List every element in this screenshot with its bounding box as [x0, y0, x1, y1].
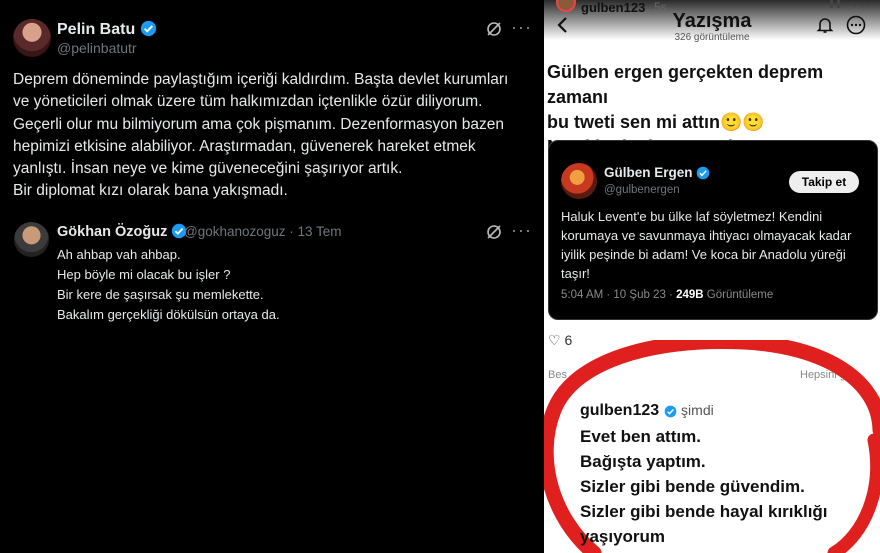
reply-line: Bağışta yaptım.	[580, 452, 706, 471]
avatar[interactable]	[13, 19, 51, 57]
author-name[interactable]: Pelin Batu	[57, 20, 157, 39]
avatar[interactable]	[561, 163, 597, 199]
reply-line: Sizler gibi bende güvendim.	[580, 477, 805, 496]
grok-icon[interactable]	[486, 21, 502, 37]
tweet-gokhan-ozoguz[interactable]: Gökhan Özoğuz @gokhanozoguz · 13 Tem ···…	[0, 214, 540, 553]
tweet-line: Hep böyle mi olacak bu işler ?	[57, 267, 231, 282]
tweet-pelin-batu[interactable]: Pelin Batu @pelinbatutr ··· Deprem dönem…	[0, 0, 540, 208]
reply-line: Evet ben attım.	[580, 427, 701, 446]
verified-badge-icon	[696, 166, 710, 180]
tweet-line: Bakalım gerçekliği dökülsün ortaya da.	[57, 307, 280, 322]
tweet-line: Deprem döneminde paylaştığım içeriği kal…	[13, 71, 509, 88]
question-line: Gülben ergen gerçekten deprem zamanı	[547, 62, 824, 107]
reply-text: Evet ben attım. Bağışta yaptım. Sizler g…	[580, 424, 828, 549]
author-handle[interactable]: @gulbenergen	[604, 184, 680, 196]
more-options-icon[interactable]: ···	[511, 221, 532, 239]
story-reply: gulben123 şimdi Evet ben attım. Bağışta …	[580, 402, 828, 549]
tweet-line: Geçerli olur mu bilmiyorum ama çok pişma…	[13, 115, 505, 133]
tweet-line: Bir kere de şaşırsak şu memlekette.	[57, 287, 264, 302]
tweet-line: ve yöneticileri olmak üzere tüm halkımız…	[13, 93, 483, 111]
bell-icon[interactable]	[816, 16, 834, 34]
author-name[interactable]: Gökhan Özoğuz	[57, 223, 187, 240]
reply-line: Sizler gibi bende hayal kırıklığı	[580, 502, 828, 521]
tweet-line: Bir diplomat kızı olarak bana yakışmadı.	[13, 182, 288, 200]
follow-button[interactable]: Takip et	[789, 171, 859, 193]
quoted-tweet-text: Haluk Levent'e bu ülke laf söyletmez! Ke…	[561, 209, 852, 281]
screenshot-collage: Pelin Batu @pelinbatutr ··· Deprem dönem…	[0, 0, 880, 553]
pause-icon[interactable]	[830, 0, 840, 8]
verified-badge-icon	[140, 20, 156, 37]
author-name[interactable]: Gülben Ergen	[604, 165, 710, 180]
tweet-line: hepimizi etkisine alabiliyor. Araştırmad…	[13, 137, 476, 155]
author-handle[interactable]: @pelinbatutr	[57, 40, 137, 56]
tweet-text: Ah ahbap vah ahbap. Hep böyle mi olacak …	[57, 245, 280, 325]
reply-username[interactable]: gulben123	[580, 402, 659, 419]
grok-icon[interactable]	[486, 224, 502, 240]
quoted-tweet-meta: 5:04 AM · 10 Şub 23 · 249B Görüntüleme	[561, 289, 774, 301]
tweet-line: yanlıştı. İnsan neye ve kime güveneceğin…	[13, 160, 403, 178]
more-options-icon[interactable]: ···	[511, 18, 532, 36]
question-line: bu tweti sen mi attın🙂🙂	[547, 112, 765, 132]
more-circle-icon[interactable]	[846, 15, 866, 35]
tweet-line: Ah ahbap vah ahbap.	[57, 247, 181, 262]
story-more-icon[interactable]: ···	[852, 0, 873, 14]
reply-line: yaşıyorum	[580, 527, 666, 546]
avatar[interactable]	[14, 222, 49, 257]
verified-badge-icon	[664, 405, 676, 418]
reply-time: şimdi	[681, 402, 714, 418]
view-count: 249B	[676, 289, 704, 301]
instagram-story: gulben123 5s ··· Yazışma 326 görüntüleme…	[544, 0, 880, 553]
quoted-tweet-card[interactable]: Gülben Ergen @gulbenergen Takip et Haluk…	[548, 140, 878, 320]
tweet-text: Deprem döneminde paylaştığım içeriği kal…	[13, 69, 533, 203]
author-meta[interactable]: @gokhanozoguz · 13 Tem	[184, 224, 342, 239]
